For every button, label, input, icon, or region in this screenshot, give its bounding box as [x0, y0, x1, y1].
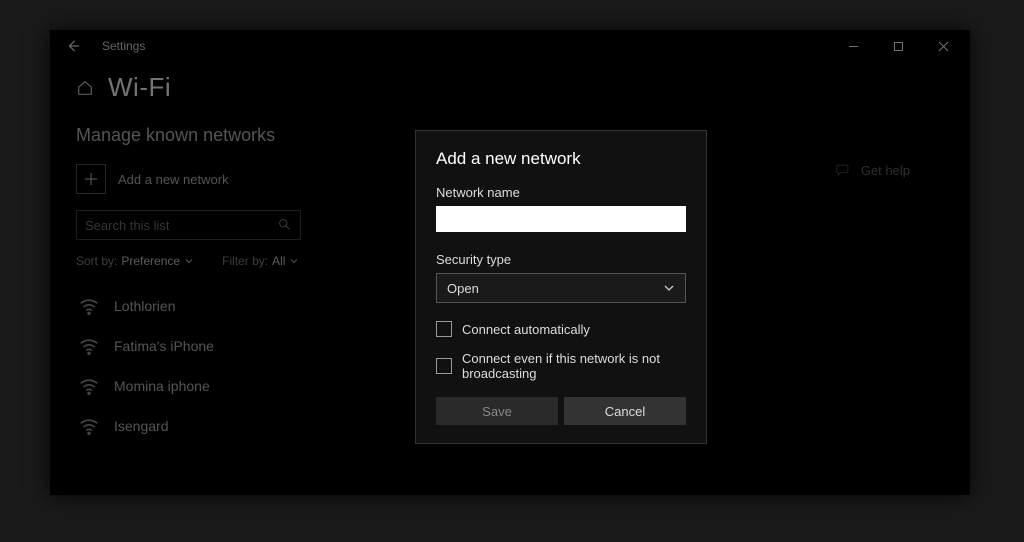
network-name-input[interactable] — [436, 206, 686, 232]
titlebar: Settings — [50, 30, 970, 62]
dialog-title: Add a new network — [436, 149, 686, 169]
search-box[interactable] — [76, 210, 301, 240]
home-icon[interactable] — [76, 79, 94, 97]
dialog-buttons: Save Cancel — [436, 397, 686, 425]
security-type-select[interactable]: Open — [436, 273, 686, 303]
network-name-label: Network name — [436, 185, 686, 200]
sort-label: Sort by: — [76, 254, 117, 268]
page-title: Wi-Fi — [108, 72, 171, 103]
wifi-icon — [78, 375, 100, 397]
network-name: Fatima's iPhone — [114, 338, 214, 354]
security-type-value: Open — [447, 281, 479, 296]
plus-icon — [76, 164, 106, 194]
close-button[interactable] — [921, 31, 966, 61]
filter-dropdown[interactable]: Filter by: All — [222, 254, 299, 268]
add-network-dialog: Add a new network Network name Security … — [415, 130, 707, 444]
sort-dropdown[interactable]: Sort by: Preference — [76, 254, 194, 268]
window-title: Settings — [102, 39, 145, 53]
search-input[interactable] — [85, 218, 278, 233]
connect-auto-checkbox[interactable]: Connect automatically — [436, 321, 686, 337]
filter-label: Filter by: — [222, 254, 268, 268]
network-name: Isengard — [114, 418, 168, 434]
page-header: Wi-Fi — [76, 72, 476, 103]
back-button[interactable] — [64, 37, 82, 55]
connect-hidden-label: Connect even if this network is not broa… — [462, 351, 686, 381]
maximize-button[interactable] — [876, 31, 921, 61]
wifi-icon — [78, 295, 100, 317]
network-name: Momina iphone — [114, 378, 210, 394]
chevron-down-icon — [184, 256, 194, 266]
filter-value: All — [272, 254, 285, 268]
save-button[interactable]: Save — [436, 397, 558, 425]
window-controls — [831, 31, 966, 61]
network-name: Lothlorien — [114, 298, 176, 314]
minimize-button[interactable] — [831, 31, 876, 61]
wifi-icon — [78, 415, 100, 437]
sort-value: Preference — [121, 254, 180, 268]
cancel-button[interactable]: Cancel — [564, 397, 686, 425]
chevron-down-icon — [289, 256, 299, 266]
checkbox-icon — [436, 321, 452, 337]
add-network-label: Add a new network — [118, 172, 229, 187]
get-help-link[interactable]: Get help — [835, 162, 910, 178]
checkbox-icon — [436, 358, 452, 374]
connect-auto-label: Connect automatically — [462, 322, 590, 337]
wifi-icon — [78, 335, 100, 357]
chat-icon — [835, 162, 851, 178]
help-label: Get help — [861, 163, 910, 178]
search-icon — [278, 218, 292, 232]
connect-hidden-checkbox[interactable]: Connect even if this network is not broa… — [436, 351, 686, 381]
chevron-down-icon — [663, 282, 675, 294]
settings-window: Settings Wi-Fi Manage k — [50, 30, 970, 495]
security-type-label: Security type — [436, 252, 686, 267]
